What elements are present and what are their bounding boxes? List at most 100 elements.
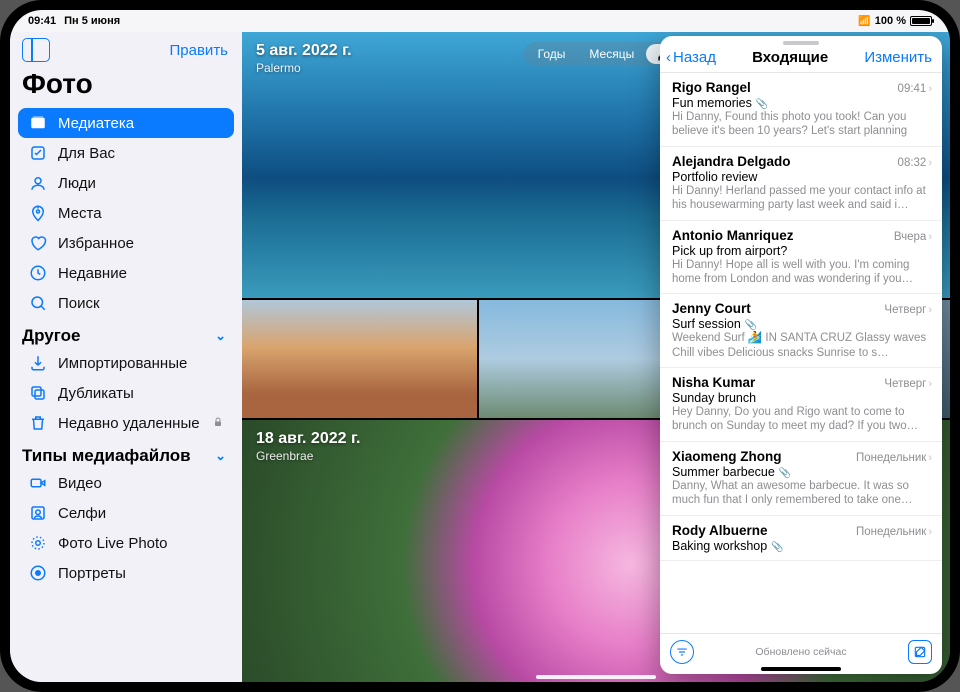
sidebar-item-library[interactable]: Медиатека xyxy=(18,108,234,138)
mail-edit-button[interactable]: Изменить xyxy=(864,49,932,66)
slideover-home-indicator[interactable] xyxy=(761,667,841,671)
portrait-icon xyxy=(28,563,48,583)
toggle-sidebar-button[interactable] xyxy=(22,38,50,62)
attachment-icon: 📎 xyxy=(756,99,768,110)
sidebar-item-people[interactable]: Люди xyxy=(18,168,234,198)
mail-preview: Hey Danny, Do you and Rigo want to come … xyxy=(672,405,932,434)
mail-time: 09:41 xyxy=(898,83,927,95)
sidebar-item-label: Избранное xyxy=(58,235,134,252)
chevron-right-icon: › xyxy=(928,304,932,316)
library-icon xyxy=(28,113,48,133)
status-date: Пн 5 июня xyxy=(64,15,120,27)
mail-back-button[interactable]: ‹ Назад xyxy=(666,49,716,66)
mail-sender: Antonio Manriquez xyxy=(672,228,888,243)
section-media-types[interactable]: Типы медиафайлов ⌄ xyxy=(18,438,234,468)
photo-thumbnail[interactable] xyxy=(242,300,477,418)
battery-percent: 100 % xyxy=(875,15,906,27)
sidebar-item-portrait[interactable]: Портреты xyxy=(18,558,234,588)
chevron-right-icon: › xyxy=(928,83,932,95)
wifi-icon xyxy=(858,15,870,27)
section-other[interactable]: Другое ⌄ xyxy=(18,318,234,348)
mail-subject: Sunday brunch xyxy=(672,391,932,405)
mail-slideover: ‹ Назад Входящие Изменить Rigo Rangel09:… xyxy=(660,36,942,674)
mail-row[interactable]: Rigo Rangel09:41›Fun memories📎Hi Danny, … xyxy=(660,73,942,147)
mail-row[interactable]: Antonio ManriquezВчера›Pick up from airp… xyxy=(660,221,942,295)
chevron-right-icon: › xyxy=(928,378,932,390)
mail-time: Четверг xyxy=(884,378,926,390)
mail-preview: Hi Danny! Herland passed me your contact… xyxy=(672,184,932,213)
sidebar-item-livephoto[interactable]: Фото Live Photo xyxy=(18,528,234,558)
mail-time: Понедельник xyxy=(856,452,926,464)
mail-row[interactable]: Xiaomeng ZhongПонедельник›Summer barbecu… xyxy=(660,442,942,516)
mail-sender: Rody Albuerne xyxy=(672,523,850,538)
group-header: 18 авг. 2022 г. Greenbrae xyxy=(256,430,360,463)
mail-row[interactable]: Nisha Kumar Четверг›Sunday brunchHey Dann… xyxy=(660,368,942,442)
chevron-right-icon: › xyxy=(928,157,932,169)
mail-status: Обновлено сейчас xyxy=(755,646,846,658)
mail-preview: Hi Danny! Hope all is well with you. I'm… xyxy=(672,258,932,287)
sidebar-item-label: Портреты xyxy=(58,565,126,582)
chevron-right-icon: › xyxy=(928,526,932,538)
video-icon xyxy=(28,473,48,493)
segment-months[interactable]: Месяцы xyxy=(577,44,646,64)
mail-row[interactable]: Alejandra Delgado08:32›Portfolio reviewH… xyxy=(660,147,942,221)
attachment-icon: 📎 xyxy=(745,320,757,331)
mail-sender: Rigo Rangel xyxy=(672,80,892,95)
mail-row[interactable]: Jenny Court Четверг›Surf session📎Weekend … xyxy=(660,294,942,368)
chevron-down-icon: ⌄ xyxy=(215,448,226,464)
sidebar-item-duplicates[interactable]: Дубликаты xyxy=(18,378,234,408)
sidebar-item-label: Люди xyxy=(58,175,96,192)
chevron-right-icon: › xyxy=(928,231,932,243)
sidebar-item-selfie[interactable]: Селфи xyxy=(18,498,234,528)
home-indicator[interactable] xyxy=(536,675,656,679)
clock-icon xyxy=(28,263,48,283)
mail-sender: Nisha Kumar xyxy=(672,375,878,390)
mail-preview: Weekend Surf 🏄 IN SANTA CRUZ Glassy wave… xyxy=(672,331,932,360)
segment-years[interactable]: Годы xyxy=(526,44,578,64)
trash-icon xyxy=(28,413,48,433)
search-icon xyxy=(28,293,48,313)
mail-time: Вчера xyxy=(894,231,926,243)
sidebar-item-label: Места xyxy=(58,205,102,222)
mail-filter-button[interactable] xyxy=(670,640,694,664)
compose-button[interactable] xyxy=(908,640,932,664)
sidebar-item-label: Медиатека xyxy=(58,115,134,132)
sidebar-item-heart[interactable]: Избранное xyxy=(18,228,234,258)
status-bar: 09:41 Пн 5 июня 100 % xyxy=(10,10,950,32)
sidebar-item-places[interactable]: Места xyxy=(18,198,234,228)
sidebar-item-foryou[interactable]: Для Вас xyxy=(18,138,234,168)
status-time: 09:41 xyxy=(28,15,56,27)
sidebar-edit-button[interactable]: Править xyxy=(170,42,229,59)
mail-time: 08:32 xyxy=(898,157,927,169)
mail-subject: Surf session📎 xyxy=(672,317,932,331)
mail-row[interactable]: Rody AlbuerneПонедельник›Baking workshop… xyxy=(660,516,942,561)
sidebar-item-label: Фото Live Photo xyxy=(58,535,168,552)
mail-preview: Hi Danny, Found this photo you took! Can… xyxy=(672,110,932,139)
foryou-icon xyxy=(28,143,48,163)
photos-sidebar: Править Фото Медиатека Для Вас Люди Места Из… xyxy=(10,32,242,682)
sidebar-item-label: Селфи xyxy=(58,505,106,522)
places-icon xyxy=(28,203,48,223)
sidebar-item-import[interactable]: Импортированные xyxy=(18,348,234,378)
chevron-left-icon: ‹ xyxy=(666,49,671,66)
sidebar-item-label: Видео xyxy=(58,475,102,492)
sidebar-item-trash[interactable]: Недавно удаленные xyxy=(18,408,234,438)
duplicates-icon xyxy=(28,383,48,403)
selfie-icon xyxy=(28,503,48,523)
sidebar-item-label: Недавние xyxy=(58,265,127,282)
mail-preview: Danny, What an awesome barbecue. It was … xyxy=(672,479,932,508)
battery-icon xyxy=(910,16,932,26)
slideover-grabber[interactable] xyxy=(783,41,819,45)
mail-list[interactable]: Rigo Rangel09:41›Fun memories📎Hi Danny, … xyxy=(660,73,942,633)
mail-time: Четверг xyxy=(884,304,926,316)
sidebar-item-label: Поиск xyxy=(58,295,100,312)
sidebar-item-clock[interactable]: Недавние xyxy=(18,258,234,288)
sidebar-item-video[interactable]: Видео xyxy=(18,468,234,498)
livephoto-icon xyxy=(28,533,48,553)
sidebar-item-label: Недавно удаленные xyxy=(58,415,200,432)
mail-subject: Baking workshop📎 xyxy=(672,539,932,553)
sidebar-title: Фото xyxy=(18,66,234,108)
mail-sender: Jenny Court xyxy=(672,301,878,316)
sidebar-item-label: Дубликаты xyxy=(58,385,134,402)
sidebar-item-search[interactable]: Поиск xyxy=(18,288,234,318)
